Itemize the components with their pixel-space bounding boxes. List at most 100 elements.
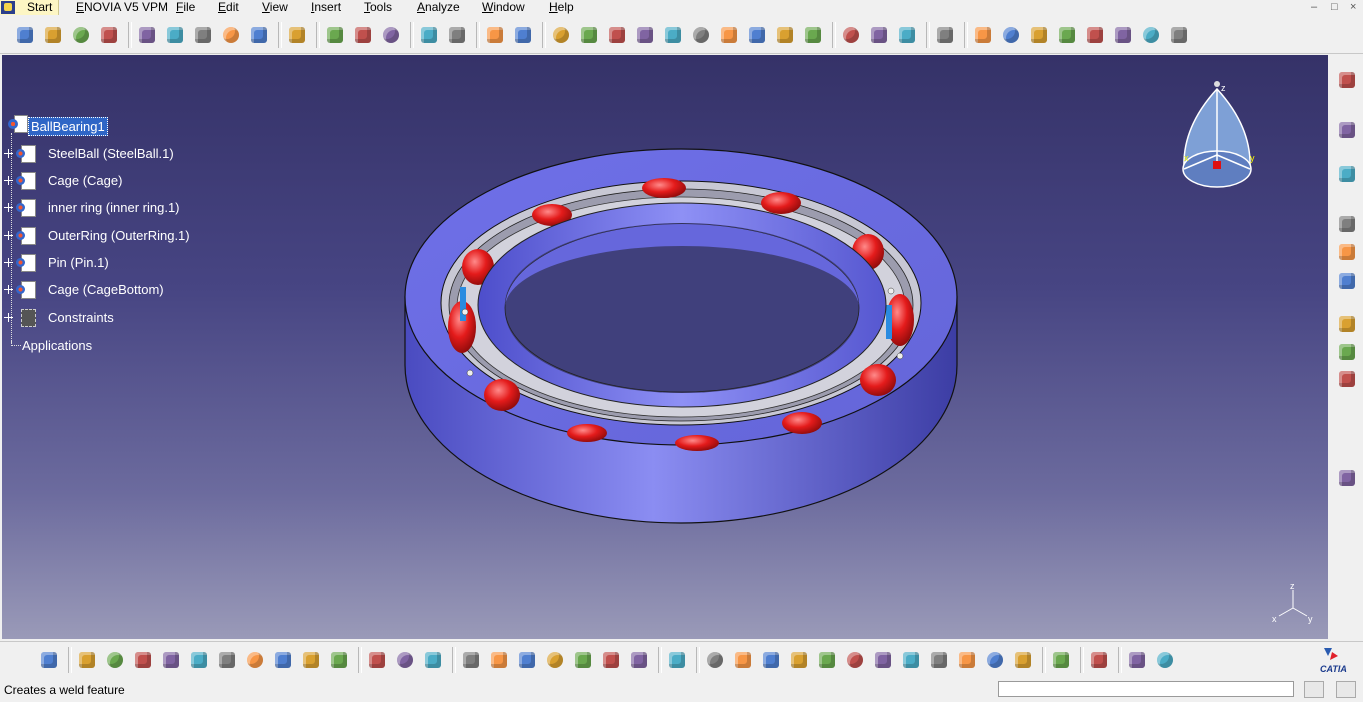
fly-icon[interactable] <box>704 649 726 671</box>
menu-analyze[interactable]: Analyze <box>417 0 460 15</box>
menu-window[interactable]: Window <box>482 0 525 15</box>
copy-icon[interactable] <box>216 649 238 671</box>
existing-component-icon[interactable] <box>98 24 120 46</box>
comment-icon[interactable] <box>488 649 510 671</box>
tolerance-icon[interactable] <box>774 24 796 46</box>
redo-icon[interactable] <box>300 649 322 671</box>
swap-visible-icon[interactable] <box>1012 649 1034 671</box>
point-icon[interactable] <box>324 24 346 46</box>
undo-icon[interactable] <box>272 649 294 671</box>
graph-icon[interactable] <box>572 649 594 671</box>
multi-view-icon[interactable] <box>900 649 922 671</box>
shading-icon[interactable] <box>956 649 978 671</box>
menu-edit[interactable]: Edit <box>218 0 239 15</box>
constraint-icon[interactable] <box>1336 313 1358 335</box>
update-icon[interactable] <box>718 24 740 46</box>
restore-button[interactable]: □ <box>1331 0 1338 15</box>
measure-icon[interactable] <box>366 649 388 671</box>
hide-show-icon[interactable] <box>984 649 1006 671</box>
fix-icon[interactable] <box>1336 341 1358 363</box>
save-icon[interactable] <box>132 649 154 671</box>
pan-icon[interactable] <box>760 649 782 671</box>
import-icon[interactable] <box>1140 24 1162 46</box>
status-button-2[interactable] <box>1336 681 1356 698</box>
texture-icon[interactable] <box>934 24 956 46</box>
weld-icon[interactable] <box>662 24 684 46</box>
menu-start[interactable]: Start <box>0 0 59 15</box>
tree-root-label[interactable]: BallBearing1 <box>28 117 108 136</box>
minimize-button[interactable]: – <box>1311 0 1317 15</box>
fastening-icon[interactable] <box>220 24 242 46</box>
power-input-field[interactable] <box>998 681 1294 697</box>
explode-icon[interactable] <box>446 24 468 46</box>
export-icon[interactable] <box>1112 24 1134 46</box>
product-icon[interactable] <box>8 115 28 135</box>
select-icon[interactable] <box>1336 119 1358 141</box>
fit-all-icon[interactable] <box>732 649 754 671</box>
compass-widget[interactable]: z x y <box>1172 77 1262 192</box>
cut-icon[interactable] <box>188 649 210 671</box>
zoom-out-icon[interactable] <box>844 649 866 671</box>
material-icon[interactable] <box>972 24 994 46</box>
whats-this-icon[interactable] <box>328 649 350 671</box>
tree-applications[interactable]: Applications <box>22 338 92 353</box>
replace-icon[interactable] <box>1336 241 1358 263</box>
expand-icon[interactable] <box>4 258 13 267</box>
expand-icon[interactable] <box>4 231 13 240</box>
status-button-1[interactable] <box>1304 681 1324 698</box>
assembly-icon[interactable] <box>512 24 534 46</box>
expand-icon[interactable] <box>4 313 13 322</box>
library-icon[interactable] <box>422 649 444 671</box>
zoom-in-icon[interactable] <box>816 649 838 671</box>
menu-help[interactable]: Help <box>549 0 574 15</box>
sketch-icon[interactable] <box>248 24 270 46</box>
paste-icon[interactable] <box>244 649 266 671</box>
component-icon[interactable] <box>42 24 64 46</box>
mirror-icon[interactable] <box>896 24 918 46</box>
workbench-icon[interactable] <box>38 649 60 671</box>
insert-icon[interactable] <box>1336 213 1358 235</box>
expand-icon[interactable] <box>4 176 13 185</box>
macro-icon[interactable] <box>628 649 650 671</box>
render-icon[interactable] <box>802 24 824 46</box>
manipulate-icon[interactable] <box>484 24 506 46</box>
table-icon[interactable] <box>544 649 566 671</box>
menu-file[interactable]: File <box>176 0 195 15</box>
menu-view[interactable]: View <box>262 0 288 15</box>
product-icon[interactable] <box>14 24 36 46</box>
expand-icon[interactable] <box>4 285 13 294</box>
part-icon[interactable] <box>70 24 92 46</box>
section-icon[interactable] <box>634 24 656 46</box>
expand-icon[interactable] <box>4 203 13 212</box>
open-icon[interactable] <box>104 649 126 671</box>
menu-tools[interactable]: Tools <box>364 0 392 15</box>
lock-icon[interactable] <box>600 649 622 671</box>
multi-icon[interactable] <box>1336 368 1358 390</box>
capture-icon[interactable] <box>666 649 688 671</box>
light-icon[interactable] <box>516 649 538 671</box>
rule-icon[interactable] <box>1056 24 1078 46</box>
measure-icon[interactable] <box>136 24 158 46</box>
3d-viewport[interactable]: BallBearing1 SteelBall (SteelBall.1) Cag… <box>2 55 1328 639</box>
catalog-icon[interactable] <box>394 649 416 671</box>
text-icon[interactable] <box>1168 24 1190 46</box>
gear-icon[interactable] <box>1336 69 1358 91</box>
print-icon[interactable] <box>160 649 182 671</box>
formula-icon[interactable] <box>1028 24 1050 46</box>
settings-icon[interactable] <box>868 24 890 46</box>
network-icon[interactable] <box>1088 649 1110 671</box>
rotate-icon[interactable] <box>788 649 810 671</box>
grid-icon[interactable] <box>1336 467 1358 489</box>
arc-icon[interactable] <box>352 24 374 46</box>
refresh-icon[interactable] <box>1050 649 1072 671</box>
clash-icon[interactable] <box>578 24 600 46</box>
disconnect-icon[interactable] <box>1126 649 1148 671</box>
scene-icon[interactable] <box>690 24 712 46</box>
body-icon[interactable] <box>550 24 572 46</box>
close-button[interactable]: × <box>1350 0 1356 15</box>
constraint-icon[interactable] <box>606 24 628 46</box>
next-icon[interactable] <box>1154 649 1176 671</box>
check-icon[interactable] <box>1084 24 1106 46</box>
surface-icon[interactable] <box>380 24 402 46</box>
parameters-icon[interactable] <box>1000 24 1022 46</box>
